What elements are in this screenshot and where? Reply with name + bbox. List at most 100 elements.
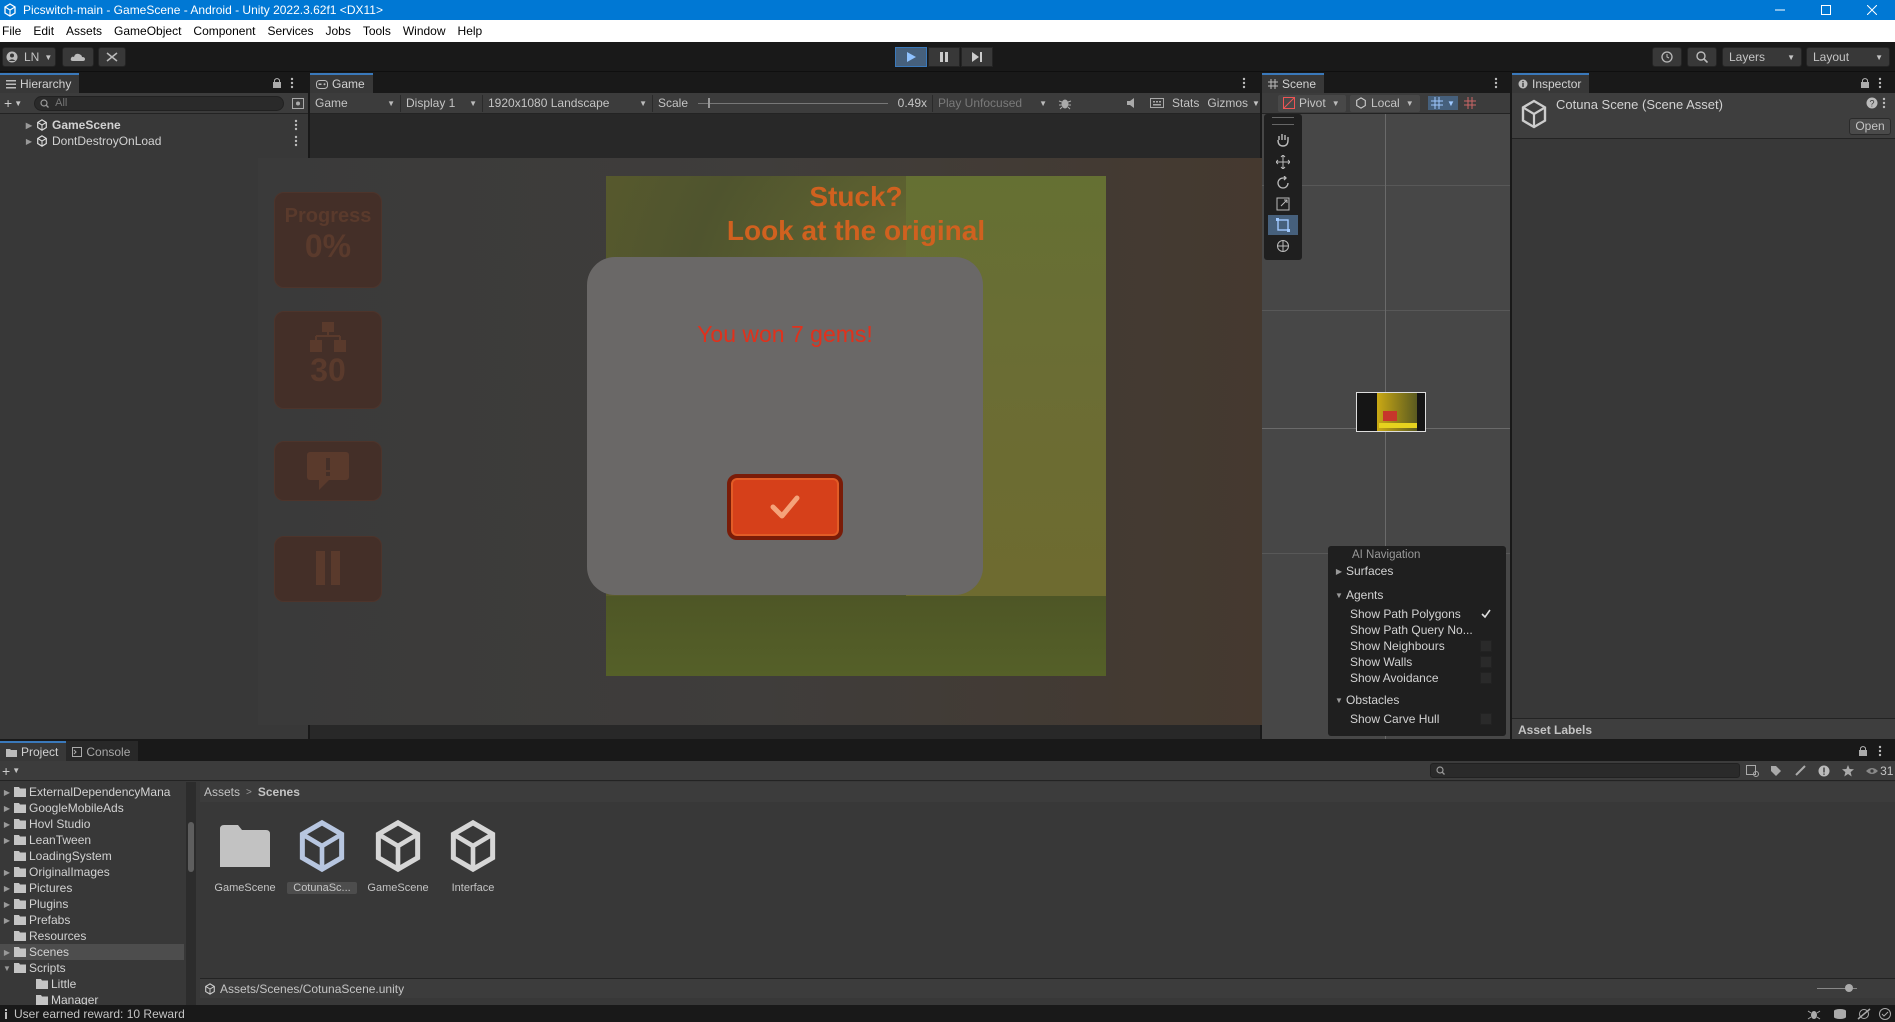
expand-arrow-icon[interactable]: ▶ xyxy=(22,121,36,130)
chevron-down-icon[interactable]: ▼ xyxy=(1252,99,1260,108)
folder-item[interactable]: Resources xyxy=(0,928,86,944)
resolution-dropdown[interactable]: 1920x1080 Landscape ▼ xyxy=(482,94,652,112)
folder-item[interactable]: ▶ GoogleMobileAds xyxy=(0,800,124,816)
increment-snap-icon[interactable] xyxy=(1463,97,1476,109)
menu-component[interactable]: Component xyxy=(187,20,261,42)
scale-tool-icon[interactable] xyxy=(1268,194,1298,214)
status-message[interactable]: User earned reward: 10 Reward xyxy=(14,1007,185,1021)
tab-inspector[interactable]: Inspector xyxy=(1512,73,1590,93)
pause-button[interactable] xyxy=(928,47,960,67)
maximize-button[interactable] xyxy=(1803,0,1849,20)
folder-item[interactable]: ▶ Pictures xyxy=(0,880,72,896)
search-by-type-icon[interactable] xyxy=(1746,764,1760,777)
asset-item[interactable]: Interface xyxy=(438,818,508,894)
obstacle-option-row[interactable]: Show Carve Hull xyxy=(1328,711,1506,727)
game-view-dropdown[interactable]: Game ▼ xyxy=(310,95,400,112)
expand-arrow-icon[interactable]: ▶ xyxy=(0,788,14,797)
menu-help[interactable]: Help xyxy=(452,20,489,42)
folder-item[interactable]: LoadingSystem xyxy=(0,848,112,864)
warning-filter-icon[interactable] xyxy=(1818,765,1830,777)
agent-option-row[interactable]: Show Avoidance xyxy=(1328,670,1506,686)
confirm-button[interactable] xyxy=(727,474,843,540)
menu-tools[interactable]: Tools xyxy=(357,20,397,42)
folder-item[interactable]: ▶ ExternalDependencyMana xyxy=(0,784,171,800)
pivot-dropdown[interactable]: Pivot ▼ xyxy=(1278,94,1346,112)
local-dropdown[interactable]: Local ▼ xyxy=(1350,94,1420,112)
lock-icon[interactable] xyxy=(1860,77,1872,89)
obstacle-option-checkbox[interactable] xyxy=(1480,713,1492,725)
more-options-icon[interactable] xyxy=(1878,77,1890,89)
menu-edit[interactable]: Edit xyxy=(27,20,60,42)
expand-arrow-icon[interactable]: ▶ xyxy=(0,820,14,829)
debug-icon[interactable] xyxy=(1807,1008,1821,1020)
asset-item[interactable]: GameScene xyxy=(210,818,280,894)
gizmos-toggle[interactable]: Gizmos xyxy=(1207,96,1248,110)
scale-slider-handle[interactable] xyxy=(707,97,710,108)
agent-option-row[interactable]: Show Walls xyxy=(1328,654,1506,670)
tab-scene[interactable]: Scene xyxy=(1262,73,1325,93)
grid-snap-toggle[interactable]: ▼ xyxy=(1428,96,1458,110)
folder-item[interactable]: Little xyxy=(22,976,76,992)
expand-arrow-icon[interactable]: ▶ xyxy=(0,916,14,925)
chevron-down-icon[interactable]: ▼ xyxy=(12,766,20,775)
add-icon[interactable]: + xyxy=(4,95,12,111)
more-options-icon[interactable] xyxy=(1882,97,1886,109)
favorite-star-icon[interactable] xyxy=(1842,764,1855,777)
account-dropdown[interactable]: LN ▼ xyxy=(2,47,56,67)
open-button[interactable]: Open xyxy=(1849,118,1891,135)
game-view-canvas[interactable]: Progress 0% 30 Stuck? Look at the origin… xyxy=(258,158,1262,725)
tab-project[interactable]: Project xyxy=(0,741,67,761)
agent-option-row[interactable]: Show Neighbours xyxy=(1328,638,1506,654)
agent-option-row[interactable]: Show Path Polygons xyxy=(1328,606,1506,622)
tab-console[interactable]: Console xyxy=(66,741,139,761)
display-dropdown[interactable]: Display 1 ▼ xyxy=(400,94,482,112)
folder-item[interactable]: Manager xyxy=(22,992,98,1005)
project-search-input[interactable] xyxy=(1430,763,1741,778)
play-button[interactable] xyxy=(895,47,927,67)
checkmark-icon[interactable] xyxy=(1480,608,1492,620)
tab-hierarchy[interactable]: Hierarchy xyxy=(0,73,80,93)
asset-item[interactable]: GameScene xyxy=(363,818,433,894)
expand-arrow-icon[interactable]: ▶ xyxy=(0,884,14,893)
folder-item[interactable]: ▶ Prefabs xyxy=(0,912,70,928)
agent-option-checkbox[interactable] xyxy=(1480,656,1492,668)
layout-dropdown[interactable]: Layout ▼ xyxy=(1806,47,1890,67)
asset-item-selected[interactable]: CotunaSc... xyxy=(287,818,357,894)
asset-labels-section[interactable]: Asset Labels xyxy=(1512,718,1895,739)
hand-tool-icon[interactable] xyxy=(1268,130,1298,150)
hierarchy-item-dontdestroyonload[interactable]: ▶ DontDestroyOnLoad xyxy=(0,133,308,149)
pause-card[interactable] xyxy=(274,536,382,602)
expand-arrow-icon[interactable]: ▶ xyxy=(22,137,36,146)
hierarchy-search[interactable]: All xyxy=(34,95,285,111)
expand-arrow-icon[interactable]: ▶ xyxy=(0,804,14,813)
expand-arrow-icon[interactable]: ▶ xyxy=(0,868,14,877)
expand-arrow-icon[interactable]: ▶ xyxy=(0,836,14,845)
scrollbar-thumb[interactable] xyxy=(188,822,194,872)
menu-assets[interactable]: Assets xyxy=(60,20,108,42)
folder-item[interactable]: ▶ Hovl Studio xyxy=(0,816,90,832)
more-options-icon[interactable] xyxy=(294,135,298,147)
agent-option-row[interactable]: Show Path Query No... xyxy=(1328,622,1506,638)
breadcrumb-current[interactable]: Scenes xyxy=(258,785,300,799)
scene-game-object[interactable] xyxy=(1356,392,1426,432)
bug-icon[interactable] xyxy=(1058,96,1072,110)
folder-item-selected[interactable]: ▶ Scenes xyxy=(0,944,184,960)
more-options-icon[interactable] xyxy=(1242,77,1254,89)
hint-card[interactable] xyxy=(274,441,382,501)
step-button[interactable] xyxy=(961,47,993,67)
help-icon[interactable]: ? xyxy=(1866,97,1878,109)
menu-jobs[interactable]: Jobs xyxy=(319,20,356,42)
rect-tool-icon[interactable] xyxy=(1268,215,1298,235)
icon-size-slider[interactable] xyxy=(1817,984,1857,992)
cache-icon[interactable] xyxy=(1833,1008,1847,1020)
menu-file[interactable]: File xyxy=(0,20,27,42)
obstacles-foldout[interactable]: ▼ Obstacles xyxy=(1328,692,1506,708)
scene-visibility-icon[interactable] xyxy=(292,97,305,109)
menu-gameobject[interactable]: GameObject xyxy=(108,20,187,42)
surfaces-foldout[interactable]: ▶ Surfaces xyxy=(1328,563,1506,579)
agents-foldout[interactable]: ▼ Agents xyxy=(1328,587,1506,603)
folder-item[interactable]: ▶ OriginalImages xyxy=(0,864,110,880)
drag-handle-icon[interactable] xyxy=(1272,117,1294,125)
minimize-button[interactable] xyxy=(1757,0,1803,20)
folder-item[interactable]: ▶ LeanTween xyxy=(0,832,91,848)
